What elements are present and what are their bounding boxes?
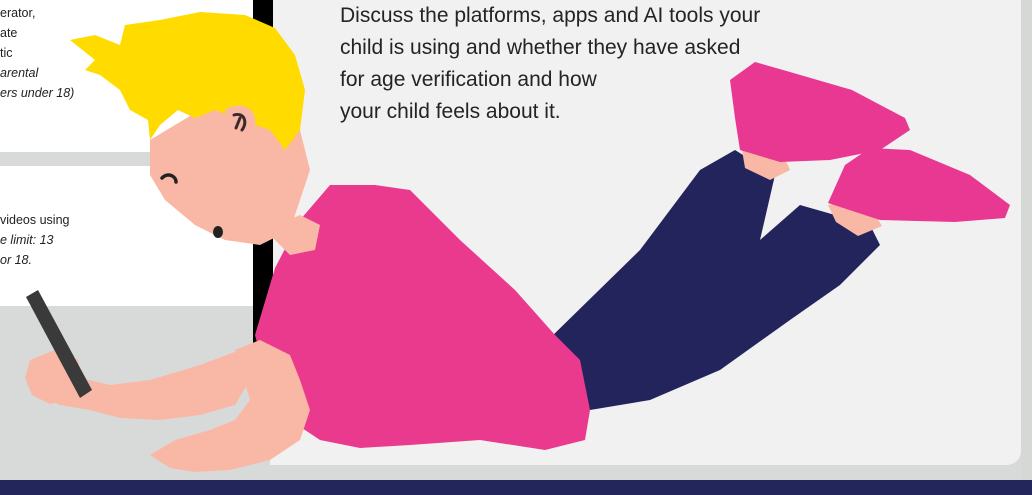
- shoe-lower: [828, 148, 1010, 222]
- mouth: [213, 226, 223, 238]
- shoe-upper: [730, 62, 910, 162]
- pants: [548, 150, 880, 410]
- screen: erator, ate tic arental ers under 18) videos…: [0, 0, 1032, 495]
- child-illustration: [25, 12, 1010, 472]
